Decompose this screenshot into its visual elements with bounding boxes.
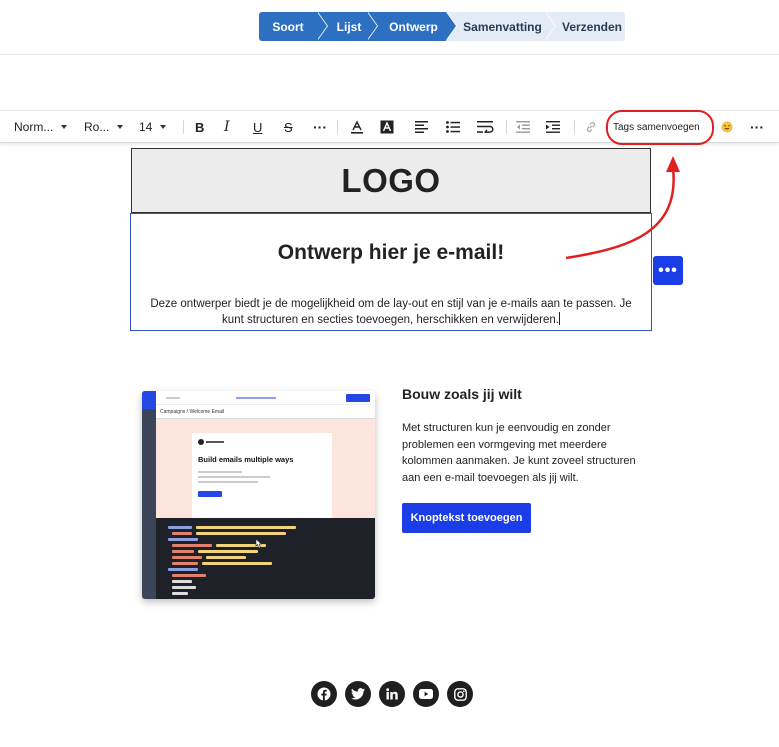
text-cursor <box>558 312 560 325</box>
italic-icon[interactable]: I <box>224 111 230 143</box>
underline-icon[interactable]: U <box>253 111 262 143</box>
step-label: Samenvatting <box>463 19 542 34</box>
step-samenvatting[interactable]: Samenvatting <box>446 12 556 41</box>
instagram-icon[interactable] <box>447 681 473 707</box>
linkedin-icon[interactable] <box>379 681 405 707</box>
builder-preview-image: Campaigns / Welcome Email Build emails m… <box>142 391 375 599</box>
youtube-icon[interactable] <box>413 681 439 707</box>
font-family-select[interactable]: Ro... <box>84 111 124 143</box>
step-label: Soort <box>272 19 304 34</box>
step-soort[interactable]: Soort <box>259 12 328 41</box>
emoji-icon[interactable] <box>721 111 733 143</box>
step-verzenden[interactable]: Verzenden <box>545 12 625 41</box>
add-button-text-button[interactable]: Knoptekst toevoegen <box>402 503 531 533</box>
progress-stepper: Soort Lijst Ontwerp Samenvatting Verzend… <box>259 12 625 41</box>
cta-label: Knoptekst toevoegen <box>410 512 523 524</box>
text-wrap-icon[interactable] <box>477 111 494 143</box>
step-label: Ontwerp <box>389 19 438 34</box>
more-horizontal-icon[interactable]: ··· <box>750 111 764 143</box>
preview-breadcrumb: Campaigns / Welcome Email <box>160 408 225 415</box>
more-horizontal-icon[interactable]: ··· <box>313 111 327 143</box>
facebook-icon[interactable] <box>311 681 337 707</box>
align-left-icon[interactable] <box>415 111 428 143</box>
font-size-value: 14 <box>139 120 153 134</box>
outdent-icon[interactable] <box>516 111 530 143</box>
block-menu-button[interactable]: ••• <box>653 256 683 285</box>
logo-placeholder[interactable]: LOGO <box>131 148 651 213</box>
social-icons-row <box>311 681 473 707</box>
logo-text: LOGO <box>341 161 441 199</box>
email-headline[interactable]: Ontwerp hier je e-mail! <box>131 241 651 265</box>
header-divider <box>0 54 779 55</box>
feature-title[interactable]: Bouw zoals jij wilt <box>402 386 522 402</box>
step-label: Verzenden <box>561 19 623 34</box>
feature-text[interactable]: Met structuren kun je eenvoudig en zonde… <box>402 420 652 486</box>
paragraph-style-select[interactable]: Norm... <box>14 111 68 143</box>
twitter-icon[interactable] <box>345 681 371 707</box>
more-horizontal-icon: ••• <box>658 261 678 279</box>
selected-text-block[interactable]: Ontwerp hier je e-mail! Deze ontwerper b… <box>130 213 652 331</box>
bullet-list-icon[interactable] <box>446 111 460 143</box>
step-ontwerp[interactable]: Ontwerp <box>367 12 457 41</box>
chevron-down-icon <box>61 125 68 129</box>
link-icon[interactable] <box>585 111 597 143</box>
font-family-value: Ro... <box>84 120 110 134</box>
paragraph-style-value: Norm... <box>14 120 54 134</box>
chevron-down-icon <box>160 125 167 129</box>
font-size-select[interactable]: 14 <box>139 111 167 143</box>
chevron-down-icon <box>117 125 124 129</box>
bold-icon[interactable]: B <box>195 111 204 143</box>
indent-icon[interactable] <box>546 111 560 143</box>
annotation-highlight <box>606 110 714 145</box>
highlight-color-icon[interactable] <box>380 111 394 143</box>
preview-card-title: Build emails multiple ways <box>198 455 294 464</box>
strikethrough-icon[interactable]: S <box>284 111 293 143</box>
text-color-icon[interactable] <box>350 111 364 143</box>
email-body-text[interactable]: Deze ontwerper biedt je de mogelijkheid … <box>143 296 639 328</box>
step-label: Lijst <box>336 19 362 34</box>
